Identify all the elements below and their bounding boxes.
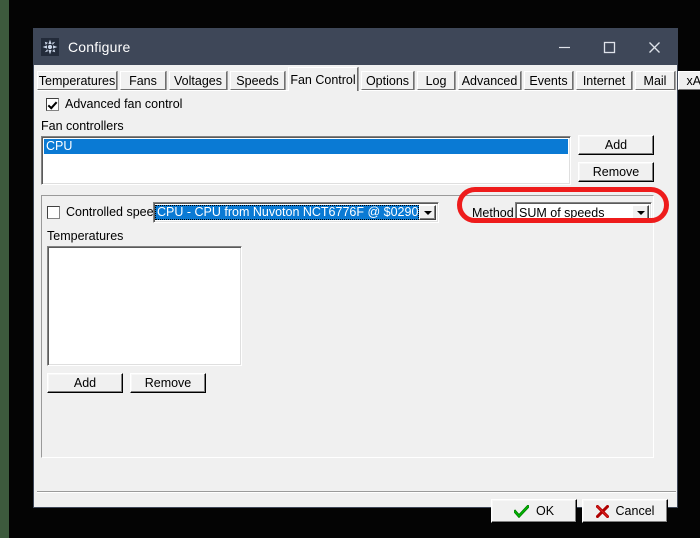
footer-divider	[37, 491, 676, 493]
tab-speeds[interactable]: Speeds	[230, 71, 285, 90]
tab-log[interactable]: Log	[417, 71, 455, 90]
temperatures-label: Temperatures	[47, 229, 124, 243]
tab-label: xAP	[686, 73, 700, 88]
tab-strip: Temperatures Fans Voltages Speeds Fan Co…	[37, 67, 700, 91]
window-client-area: Temperatures Fans Voltages Speeds Fan Co…	[34, 65, 700, 523]
tab-label: Events	[529, 73, 568, 88]
fan-icon	[41, 38, 59, 56]
cross-icon	[595, 504, 609, 518]
tab-label: Fans	[129, 73, 157, 88]
tab-advanced[interactable]: Advanced	[458, 71, 521, 90]
temperatures-remove-button[interactable]: Remove	[130, 373, 206, 393]
button-label: Remove	[144, 376, 192, 390]
button-label: Remove	[592, 165, 640, 179]
tab-label: Mail	[643, 73, 667, 88]
tab-label: Speeds	[236, 73, 279, 88]
minimize-icon[interactable]	[542, 29, 587, 65]
chevron-down-icon[interactable]	[419, 205, 436, 220]
fan-controllers-label: Fan controllers	[41, 119, 124, 133]
window-titlebar: Configure	[34, 29, 677, 65]
tab-voltages[interactable]: Voltages	[169, 71, 227, 90]
tab-xap[interactable]: xAP	[678, 71, 700, 90]
tab-events[interactable]: Events	[524, 71, 573, 90]
advanced-fan-control-label: Advanced fan control	[65, 97, 183, 111]
fan-controllers-add-button[interactable]: Add	[578, 135, 654, 155]
tab-fan-control[interactable]: Fan Control	[288, 67, 358, 91]
button-label: Add	[604, 138, 628, 152]
checkbox-box	[47, 205, 60, 219]
button-label: OK	[535, 504, 555, 518]
window-title: Configure	[68, 39, 131, 55]
advanced-fan-control-checkbox[interactable]: Advanced fan control	[46, 97, 182, 111]
button-label: Cancel	[615, 504, 655, 518]
tab-label: Internet	[582, 73, 626, 88]
tab-label: Voltages	[174, 73, 222, 88]
fan-controllers-remove-button[interactable]: Remove	[578, 162, 654, 182]
cancel-button[interactable]: Cancel	[582, 499, 668, 523]
button-label: Add	[73, 376, 97, 390]
controlled-speed-value: CPU - CPU from Nuvoton NCT6776F @ $0290 …	[155, 205, 419, 220]
temperatures-add-button[interactable]: Add	[47, 373, 123, 393]
close-icon[interactable]	[632, 29, 677, 65]
method-label: Method	[472, 206, 514, 220]
chevron-down-icon[interactable]	[632, 205, 649, 220]
tab-label: Log	[425, 73, 447, 88]
tab-label: Options	[365, 73, 410, 88]
maximize-icon[interactable]	[587, 29, 632, 65]
controlled-speed-label: Controlled speed	[66, 205, 161, 219]
tab-temperatures[interactable]: Temperatures	[37, 71, 117, 90]
controlled-speed-checkbox[interactable]: Controlled speed	[47, 205, 161, 219]
method-combobox[interactable]: SUM of speeds	[515, 202, 652, 223]
checkbox-box	[46, 97, 59, 111]
tab-label: Advanced	[461, 73, 518, 88]
ok-button[interactable]: OK	[491, 499, 577, 523]
controlled-speed-combobox[interactable]: CPU - CPU from Nuvoton NCT6776F @ $0290 …	[153, 202, 439, 223]
fan-controllers-list[interactable]: CPU	[41, 136, 571, 185]
tab-fans[interactable]: Fans	[120, 71, 166, 90]
temperatures-list[interactable]	[47, 246, 242, 366]
configure-window: Configure Temperatures Fans Voltages Spe…	[33, 28, 700, 523]
desktop-left-edge	[0, 0, 9, 538]
list-item[interactable]: CPU	[44, 139, 568, 154]
window-controls	[542, 29, 677, 65]
tab-label: Fan Control	[290, 72, 356, 87]
method-value: SUM of speeds	[519, 205, 605, 220]
tab-options[interactable]: Options	[361, 71, 414, 90]
tab-internet[interactable]: Internet	[576, 71, 632, 90]
fan-control-page: Advanced fan control Fan controllers CPU…	[37, 91, 676, 523]
tab-label: Temperatures	[38, 73, 116, 88]
tab-mail[interactable]: Mail	[635, 71, 675, 90]
check-icon	[513, 504, 529, 518]
controlled-speed-panel: Controlled speed CPU - CPU from Nuvoton …	[41, 195, 654, 458]
